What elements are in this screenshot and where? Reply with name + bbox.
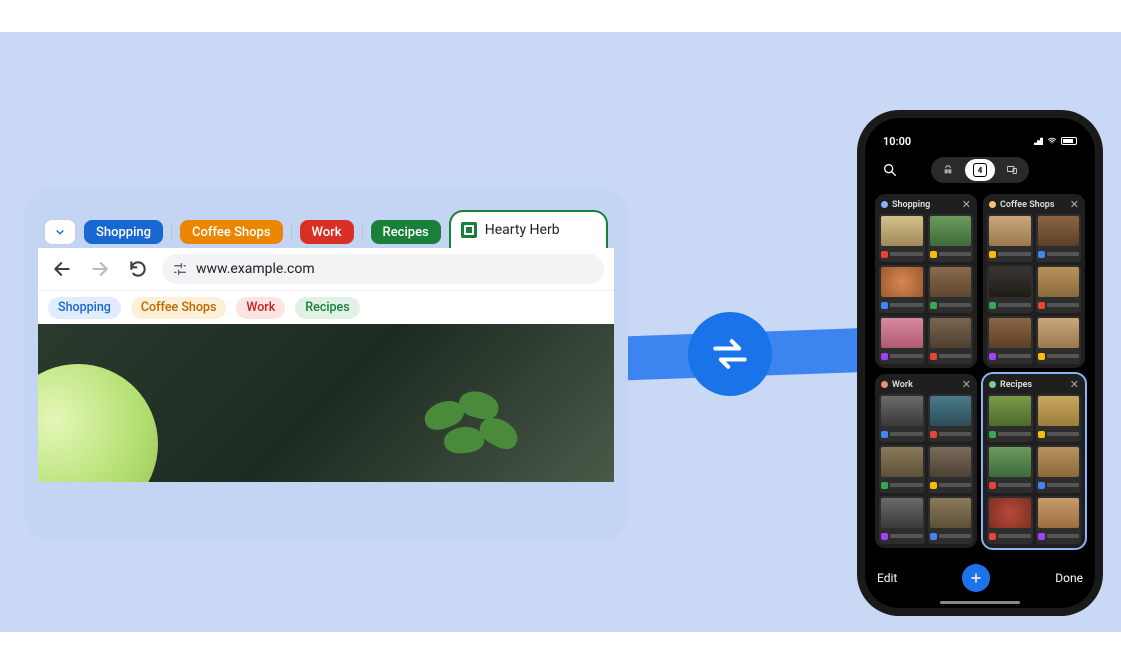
mini-tab[interactable] <box>928 445 974 493</box>
done-button[interactable]: Done <box>1055 571 1083 585</box>
desktop-browser: Shopping Coffee Shops Work Recipes Heart… <box>24 188 628 542</box>
edit-button[interactable]: Edit <box>877 571 897 585</box>
battery-icon <box>1061 137 1077 145</box>
mini-tab[interactable] <box>987 214 1033 262</box>
bookmark-coffee[interactable]: Coffee Shops <box>131 297 227 319</box>
forward-button[interactable] <box>86 255 114 283</box>
mini-tab[interactable] <box>1036 394 1082 442</box>
tabs-header: 4 <box>875 156 1085 184</box>
close-icon[interactable]: ✕ <box>962 199 971 210</box>
recipe-favicon <box>461 222 477 238</box>
mini-tab[interactable] <box>1036 316 1082 364</box>
tab-strip: Shopping Coffee Shops Work Recipes Heart… <box>38 210 614 248</box>
close-icon[interactable]: ✕ <box>962 379 971 390</box>
signal-icon <box>1031 137 1043 145</box>
mini-tab[interactable] <box>879 214 925 262</box>
mini-tab[interactable] <box>928 316 974 364</box>
mini-tab[interactable] <box>879 265 925 313</box>
close-icon[interactable]: ✕ <box>1070 379 1079 390</box>
mini-tab[interactable] <box>879 496 925 544</box>
mini-tab[interactable] <box>1036 265 1082 313</box>
devices-segment[interactable] <box>997 159 1027 181</box>
chevron-down-icon <box>53 225 67 239</box>
active-tab-title: Hearty Herb <box>485 222 560 238</box>
incognito-segment[interactable] <box>933 159 963 181</box>
close-icon[interactable]: ✕ <box>1070 199 1079 210</box>
swap-arrows-icon <box>708 332 752 376</box>
cilantro-image <box>414 392 534 482</box>
mini-tab[interactable] <box>879 445 925 493</box>
bookmark-recipes[interactable]: Recipes <box>295 297 359 319</box>
lime-image <box>38 364 158 482</box>
mini-tab[interactable] <box>928 496 974 544</box>
page-content <box>38 324 614 482</box>
tab-group-shopping[interactable]: Shopping <box>84 220 163 244</box>
group-card-recipes[interactable]: Recipes ✕ <box>983 374 1085 548</box>
search-icon <box>882 162 898 178</box>
incognito-icon <box>941 164 955 176</box>
sync-icon <box>688 312 772 396</box>
dot-icon <box>881 201 888 208</box>
bookmark-shopping[interactable]: Shopping <box>48 297 121 319</box>
new-tab-button[interactable] <box>962 564 990 592</box>
status-bar: 10:00 <box>875 132 1085 150</box>
mini-tab[interactable] <box>1036 496 1082 544</box>
bookmark-work[interactable]: Work <box>236 297 285 319</box>
tab-group-coffee[interactable]: Coffee Shops <box>180 220 283 244</box>
mini-tab[interactable] <box>987 394 1033 442</box>
mini-tab[interactable] <box>987 445 1033 493</box>
mini-tab[interactable] <box>928 394 974 442</box>
phone-footer: Edit Done <box>877 558 1083 598</box>
tab-group-recipes[interactable]: Recipes <box>371 220 441 244</box>
group-card-coffee[interactable]: Coffee Shops ✕ <box>983 194 1085 368</box>
mini-tab[interactable] <box>987 316 1033 364</box>
tabs-count-segment[interactable]: 4 <box>965 159 995 181</box>
tab-group-work[interactable]: Work <box>300 220 354 244</box>
tune-icon <box>172 261 188 277</box>
plus-icon <box>969 571 983 585</box>
mini-tab[interactable] <box>987 496 1033 544</box>
mini-tab[interactable] <box>879 394 925 442</box>
arrow-right-icon <box>90 259 110 279</box>
mini-tab[interactable] <box>1036 214 1082 262</box>
phone-mock: 10:00 4 <box>865 118 1095 608</box>
wifi-icon <box>1046 136 1058 146</box>
home-indicator <box>940 601 1020 604</box>
group-card-shopping[interactable]: Shopping ✕ <box>875 194 977 368</box>
dot-icon <box>989 201 996 208</box>
active-tab[interactable]: Hearty Herb <box>449 210 608 248</box>
devices-icon <box>1005 164 1019 176</box>
reload-icon <box>128 259 148 279</box>
mini-tab[interactable] <box>928 265 974 313</box>
tab-mode-segment: 4 <box>931 157 1029 183</box>
back-button[interactable] <box>48 255 76 283</box>
tab-dropdown-button[interactable] <box>44 219 76 245</box>
mini-tab[interactable] <box>928 214 974 262</box>
toolbar: www.example.com <box>38 248 614 290</box>
bookmark-bar: Shopping Coffee Shops Work Recipes <box>38 290 614 324</box>
dot-icon <box>881 381 888 388</box>
reload-button[interactable] <box>124 255 152 283</box>
url-text: www.example.com <box>196 261 315 277</box>
mini-tab[interactable] <box>1036 445 1082 493</box>
dot-icon <box>989 381 996 388</box>
mini-tab[interactable] <box>879 316 925 364</box>
status-time: 10:00 <box>883 135 911 148</box>
group-card-work[interactable]: Work ✕ <box>875 374 977 548</box>
tab-groups-grid: Shopping ✕ Cof <box>875 194 1085 548</box>
search-button[interactable] <box>879 159 901 181</box>
address-bar[interactable]: www.example.com <box>162 254 604 284</box>
arrow-left-icon <box>52 259 72 279</box>
mini-tab[interactable] <box>987 265 1033 313</box>
